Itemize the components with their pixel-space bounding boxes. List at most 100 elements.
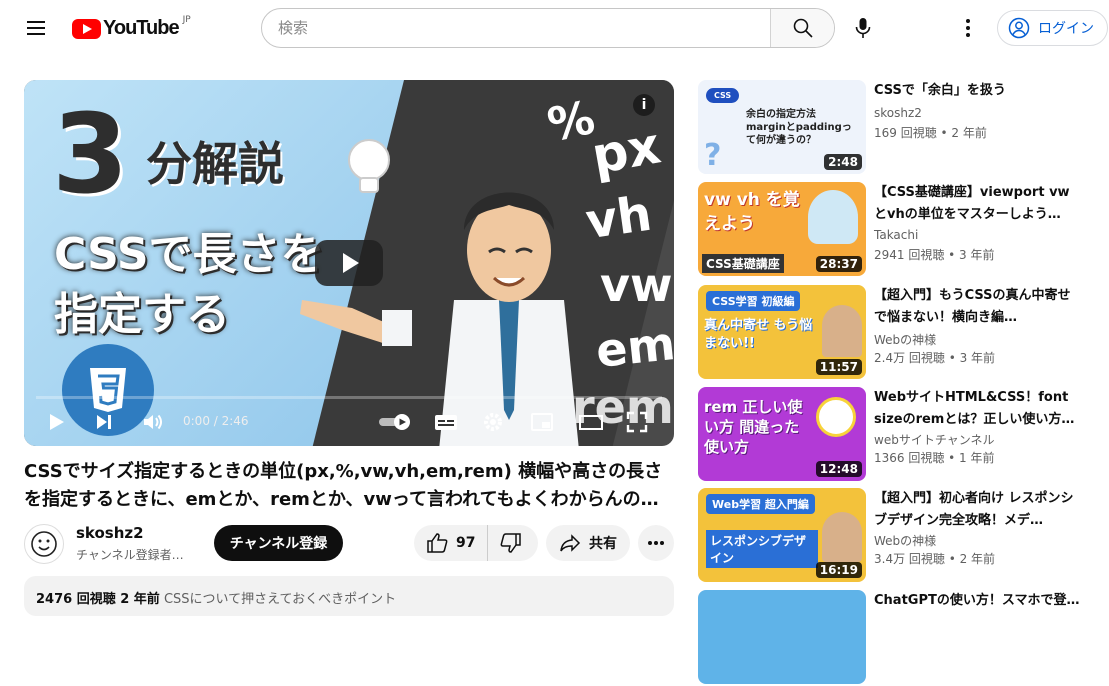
login-button[interactable]: ログイン (997, 10, 1108, 46)
youtube-logo[interactable]: YouTube JP (72, 14, 191, 40)
recommendation-title[interactable]: 【超入門】もうCSSの真ん中寄せで悩まない！横向き編… (874, 285, 1080, 329)
share-button[interactable]: 共有 (546, 525, 630, 561)
next-button[interactable] (94, 410, 114, 434)
duration-badge: 2:48 (824, 154, 862, 170)
css-badge-text: CSS (98, 360, 118, 370)
settings-menu-button[interactable] (952, 12, 984, 44)
channel-avatar[interactable] (24, 524, 64, 564)
recommendation-views: 169 回視聴 • 2 年前 (874, 126, 987, 140)
recommendation-thumbnail[interactable]: Web学習 超入門編 レスポンシブデザイン 16:19 (698, 488, 866, 582)
recommendation-channel[interactable]: skoshz2 (874, 106, 922, 120)
dislike-button[interactable] (488, 525, 534, 561)
recommendation-channel[interactable]: Takachi (874, 228, 918, 242)
progress-bar[interactable] (36, 396, 662, 399)
subscriber-count: チャンネル登録者… (76, 548, 184, 562)
thumb-text: 真ん中寄せ もう悩まない!! (704, 318, 813, 351)
search-box (261, 8, 835, 48)
video-player[interactable]: 3 分解説 CSSで長さを 指定する % px vh vw em rem i C… (24, 80, 674, 446)
thumb-unit-vw: vw (600, 258, 673, 312)
more-horizontal-icon (648, 541, 664, 545)
search-button[interactable] (770, 9, 834, 47)
youtube-play-icon (72, 18, 101, 39)
recommendation-views: 2941 回視聴 • 3 年前 (874, 248, 995, 262)
thumb-text: rem 正しい使い方 間違った使い方 (704, 398, 803, 456)
menu-icon[interactable] (24, 16, 48, 40)
like-button[interactable]: 97 (414, 525, 489, 561)
play-icon (50, 414, 64, 430)
recommendation-thumbnail[interactable]: CSS学習 初級編 真ん中寄せ もう悩まない!! 11:57 (698, 285, 866, 379)
duration-badge: 12:48 (815, 461, 862, 477)
smiley-avatar-icon (31, 531, 57, 557)
recommendation-title[interactable]: ChatGPTの使い方！スマホで登… (874, 590, 1080, 612)
recommendation-channel[interactable]: Webの神様 (874, 532, 936, 549)
duration-badge: 11:57 (815, 359, 862, 375)
time-display: 0:00 / 2:46 (183, 414, 249, 428)
recommendation-views: 3.4万 回視聴 • 2 年前 (874, 552, 996, 566)
fullscreen-button[interactable] (626, 410, 648, 434)
search-icon (793, 18, 813, 38)
recommendation-item[interactable]: Web学習 超入門編 レスポンシブデザイン 16:19 【超入門】初心者向け レ… (698, 488, 1098, 584)
recommendation-item[interactable]: CSS 余白の指定方法 marginとpaddingって何が違うの？ ? 2:4… (698, 80, 1098, 176)
recommendation-thumbnail[interactable]: vw vh を覚えよう CSS基礎講座 28:37 (698, 182, 866, 276)
share-icon (560, 534, 581, 552)
recommendation-thumbnail[interactable]: rem 正しい使い方 間違った使い方 12:48 (698, 387, 866, 481)
thumbs-up-icon (427, 533, 448, 553)
thumb-unit-px: px (587, 116, 665, 186)
gear-icon (484, 413, 502, 431)
thumb-big-number: 3 (52, 90, 129, 218)
recommendation-thumbnail[interactable] (698, 590, 866, 684)
pointing-hand-icon (300, 300, 412, 346)
like-dislike-group: 97 (414, 525, 538, 561)
recommendation-channel[interactable]: webサイトチャンネル (874, 431, 994, 448)
recommendation-item[interactable]: vw vh を覚えよう CSS基礎講座 28:37 【CSS基礎講座】viewp… (698, 182, 1098, 278)
recommendation-title[interactable]: 【超入門】初心者向け レスポンシブデザイン完全攻略！メデ… (874, 488, 1080, 532)
info-icon[interactable]: i (633, 94, 655, 116)
play-button[interactable] (46, 410, 66, 434)
recommendation-title[interactable]: CSSで「余白」を扱う (874, 80, 1080, 102)
fullscreen-icon (626, 411, 648, 433)
top-bar: YouTube JP ログイン (0, 0, 1109, 56)
logo-text: YouTube (103, 17, 180, 39)
duration-badge: 28:37 (815, 256, 862, 272)
thumb-text: 余白の指定方法 marginとpaddingって何が違うの？ (746, 109, 852, 146)
theater-mode-icon (579, 415, 603, 430)
microphone-icon (855, 18, 871, 38)
thumb-text: vw vh を覚えよう (704, 190, 800, 234)
thumb-text: レスポンシブデザイン (706, 530, 818, 568)
subscribe-button[interactable]: チャンネル登録 (214, 525, 343, 561)
recommendation-channel[interactable]: Webの神様 (874, 331, 936, 348)
next-icon (97, 415, 111, 429)
theater-mode-button[interactable] (578, 410, 604, 434)
thumb-line-2: CSSで長さを (54, 229, 325, 280)
lightbulb-icon (348, 139, 390, 193)
autoplay-toggle[interactable] (378, 410, 412, 434)
description-box[interactable]: 2476 回視聴 2 年前 CSSについて押さえておくべきポイント (24, 576, 674, 616)
channel-row: skoshz2 チャンネル登録者… チャンネル登録 97 共有 (24, 522, 674, 566)
search-input[interactable] (262, 9, 770, 47)
thumb-heading: 分解説 (146, 137, 284, 191)
recommendation-item[interactable]: ChatGPTの使い方！スマホで登… (698, 590, 1098, 686)
recommendation-title[interactable]: WebサイトHTML&CSS！font sizeのremとは？正しい使い方… (874, 387, 1080, 431)
subtitles-button[interactable] (434, 410, 458, 434)
settings-button[interactable] (482, 410, 504, 434)
recommendation-item[interactable]: rem 正しい使い方 間違った使い方 12:48 WebサイトHTML&CSS！… (698, 387, 1098, 483)
share-label: 共有 (589, 536, 617, 552)
recommendation-item[interactable]: CSS学習 初級編 真ん中寄せ もう悩まない!! 11:57 【超入門】もうCS… (698, 285, 1098, 381)
more-actions-button[interactable] (638, 525, 674, 561)
thumbs-down-icon (501, 533, 522, 553)
voice-search-button[interactable] (847, 8, 879, 48)
region-code: JP (182, 14, 191, 25)
video-title: CSSでサイズ指定するときの単位(px,%,vw,vh,em,rem) 横幅や高… (24, 461, 663, 510)
autoplay-toggle-icon (379, 414, 410, 430)
thumb-unit-em: em (593, 316, 674, 378)
volume-button[interactable] (142, 410, 164, 434)
recommendation-title[interactable]: 【CSS基礎講座】viewport vwとvhの単位をマスターしよう… (874, 182, 1080, 226)
duration-badge: 16:19 (815, 562, 862, 578)
miniplayer-button[interactable] (530, 410, 554, 434)
account-icon (1008, 17, 1030, 39)
play-button-large[interactable] (315, 240, 383, 286)
channel-name[interactable]: skoshz2 (76, 524, 144, 542)
recommendation-thumbnail[interactable]: CSS 余白の指定方法 marginとpaddingって何が違うの？ ? 2:4… (698, 80, 866, 174)
volume-icon (144, 414, 162, 430)
recommendation-views: 1366 回視聴 • 1 年前 (874, 451, 995, 465)
